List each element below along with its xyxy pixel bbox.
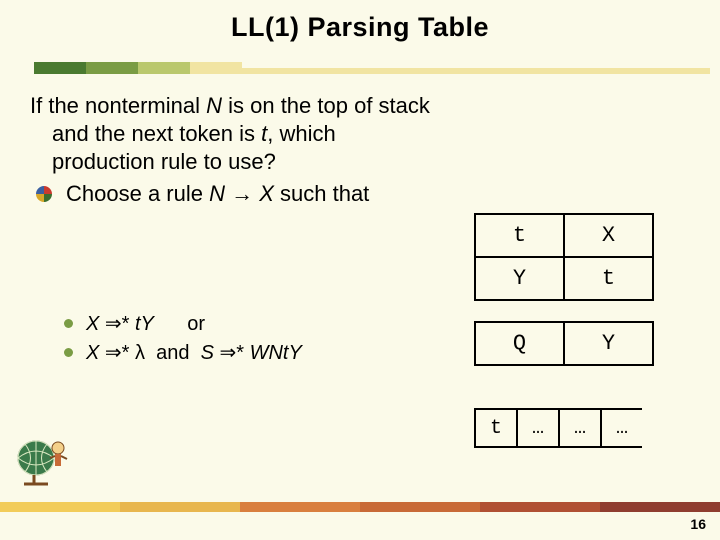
globe-icon [10, 434, 70, 490]
sub-bullets: X ⇒* tY or X ⇒* λ and S ⇒* WNtY [64, 310, 302, 368]
dot-icon [64, 319, 73, 328]
footer-stripe [0, 502, 720, 512]
title-underline [34, 62, 710, 76]
dot-icon [64, 348, 73, 357]
slide-title: LL(1) Parsing Table [0, 0, 720, 43]
body-text: If the nonterminal N is on the top of st… [30, 92, 430, 209]
page-number: 16 [690, 516, 706, 532]
bullet-icon [36, 186, 52, 202]
input-tape: t……… [474, 408, 642, 448]
stack-table: tX Yt QY [474, 213, 654, 366]
